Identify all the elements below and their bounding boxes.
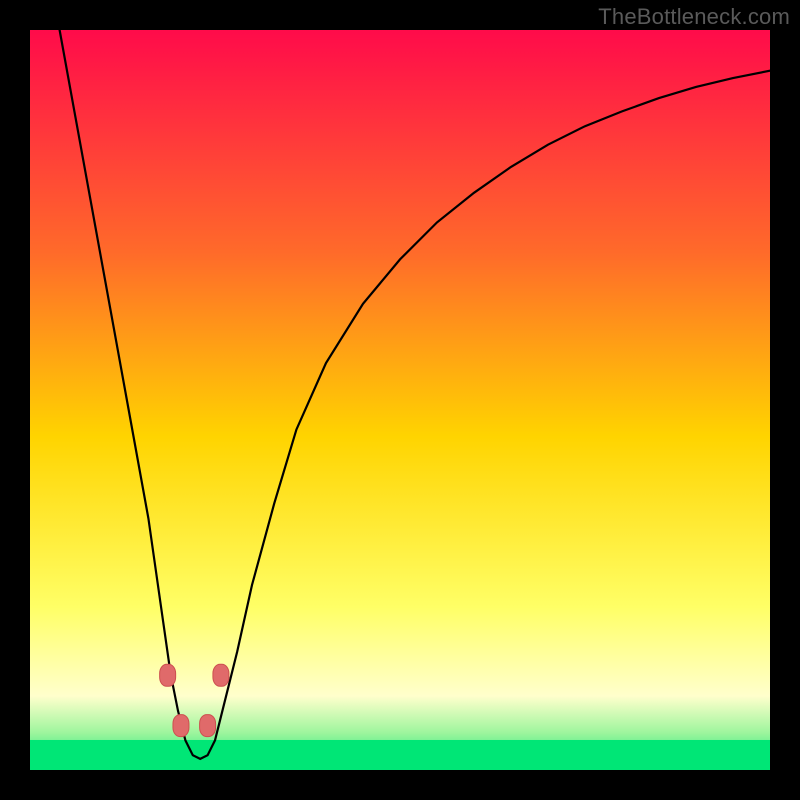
curve-marker-2	[200, 715, 216, 737]
curve-marker-3	[213, 664, 229, 686]
green-band	[30, 740, 770, 770]
curve-marker-1	[173, 715, 189, 737]
attribution-label: TheBottleneck.com	[598, 4, 790, 30]
chart-svg	[0, 0, 800, 800]
curve-marker-0	[160, 664, 176, 686]
plot-gradient-background	[30, 30, 770, 770]
chart-canvas: TheBottleneck.com	[0, 0, 800, 800]
